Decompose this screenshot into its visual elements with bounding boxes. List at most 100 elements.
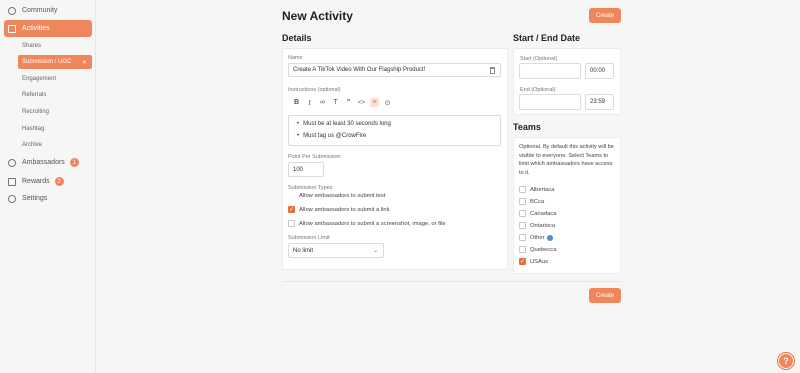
name-value: Create A TikTok Video With Our Flagship … (293, 67, 426, 73)
sub-item-hashtag[interactable]: Hashtag (18, 122, 92, 136)
start-date-input[interactable] (519, 63, 581, 79)
checkbox[interactable] (519, 234, 526, 241)
instructions-label: Instructions (optional) (288, 87, 341, 93)
team-option[interactable]: Other (519, 234, 553, 241)
sub-item-label: Archive (22, 142, 43, 148)
checkbox[interactable] (519, 210, 526, 217)
footer-divider (282, 281, 622, 282)
team-label: Ontarioca (530, 222, 556, 229)
list-icon[interactable]: ≡ (370, 98, 379, 107)
points-input[interactable]: 100 (288, 162, 324, 177)
nav-rewards-label: Rewards (22, 178, 50, 185)
type-text-label: Allow ambassadors to submit text (299, 192, 386, 199)
close-icon[interactable]: ✕ (82, 59, 87, 66)
sub-item-label: Hashtag (22, 126, 45, 132)
checkbox[interactable] (519, 246, 526, 253)
instruction-bullet: Must tag us @CrowFire (297, 133, 366, 139)
team-label: Other (530, 234, 545, 241)
code-icon[interactable]: <> (357, 98, 366, 107)
community-icon (8, 6, 16, 15)
chevron-down-icon: ⌄ (372, 248, 378, 254)
sub-item-label: Recruiting (22, 109, 50, 115)
settings-icon (8, 194, 16, 203)
sidebar: Community Activities Shares Submission /… (0, 0, 96, 373)
team-option[interactable]: Ontarioca (519, 222, 555, 229)
create-button-bottom[interactable]: Create (589, 288, 621, 303)
checkbox[interactable] (519, 222, 526, 229)
type-file-label: Allow ambassadors to submit a screenshot… (299, 220, 446, 227)
sub-item-recruiting[interactable]: Recruiting (18, 105, 92, 119)
sub-item-engagement[interactable]: Engagement (18, 72, 92, 86)
checkbox-checked[interactable]: ✓ (288, 206, 295, 213)
submission-limit-label: Submission Limit (288, 235, 330, 241)
checkbox-checked[interactable]: ✓ (519, 258, 526, 265)
globe-icon (546, 234, 553, 241)
nav-ambassadors[interactable]: Ambassadors 1 (4, 154, 92, 171)
team-label: Canadaca (530, 210, 557, 217)
sub-item-submission-ugc[interactable]: Submission / UGC ✕ (18, 55, 92, 69)
checkbox[interactable] (288, 220, 295, 227)
nav-rewards[interactable]: Rewards 2 (4, 173, 92, 190)
bold-icon[interactable]: B (292, 98, 301, 107)
nav-ambassadors-label: Ambassadors (22, 159, 65, 166)
dates-title: Start / End Date (513, 33, 581, 43)
nav-community[interactable]: Community (4, 2, 92, 19)
type-file-option[interactable]: Allow ambassadors to submit a screenshot… (288, 220, 446, 227)
team-option[interactable]: ✓ USAus (519, 258, 548, 265)
end-label: End (Optional) (520, 87, 556, 93)
instruction-bullet: Must be at least 30 seconds long (297, 121, 391, 127)
team-label: USAus (530, 258, 549, 265)
team-option[interactable]: Quebecca (519, 246, 556, 253)
trash-icon[interactable] (490, 67, 495, 74)
type-link-label: Allow ambassadors to submit a link (299, 206, 390, 213)
sub-item-archive[interactable]: Archive (18, 138, 92, 152)
checkbox[interactable] (519, 198, 526, 205)
end-date-input[interactable] (519, 94, 581, 110)
name-field[interactable]: Create A TikTok Video With Our Flagship … (288, 63, 501, 77)
help-icon[interactable]: ? (778, 353, 794, 369)
sub-item-label: Shares (22, 43, 42, 49)
submission-limit-select[interactable]: No limit ⌄ (288, 243, 384, 258)
attachment-icon[interactable]: ⊙ (383, 98, 392, 107)
nav-settings-label: Settings (22, 195, 48, 202)
nav-settings[interactable]: Settings (4, 190, 92, 207)
team-label: Albertaca (530, 186, 555, 193)
page-title: New Activity (282, 9, 353, 23)
end-time-input[interactable]: 23:59 (585, 94, 614, 110)
sub-item-shares[interactable]: Shares (18, 39, 92, 53)
ambassadors-badge: 1 (69, 158, 79, 167)
sub-item-referrals[interactable]: Referrals (18, 88, 92, 102)
rewards-icon (8, 177, 16, 186)
italic-icon[interactable]: I (305, 98, 314, 107)
sub-item-label: Referrals (22, 92, 47, 98)
submission-types-label: Submission Types (288, 185, 333, 191)
nav-activities[interactable]: Activities (4, 20, 92, 37)
nav-activities-label: Activities (22, 25, 50, 32)
sub-item-label: Engagement (22, 76, 57, 82)
start-time-input[interactable]: 00:00 (585, 63, 614, 79)
team-option[interactable]: Canadaca (519, 210, 556, 217)
details-title: Details (282, 33, 312, 43)
create-button-top[interactable]: Create (589, 8, 621, 23)
sub-item-label: Submission / UGC (22, 59, 72, 65)
rewards-badge: 2 (54, 177, 64, 186)
teams-title: Teams (513, 122, 541, 132)
start-label: Start (Optional) (520, 56, 558, 62)
quote-icon[interactable]: ” (344, 98, 353, 107)
instructions-editor[interactable]: Must be at least 30 seconds long Must ta… (288, 115, 501, 146)
team-option[interactable]: BCca (519, 198, 544, 205)
team-label: BCca (530, 198, 545, 205)
teams-description: Optional. By default this activity will … (519, 144, 614, 176)
type-link-option[interactable]: ✓ Allow ambassadors to submit a link (288, 206, 390, 213)
activities-icon (8, 24, 16, 33)
link-icon[interactable]: ∞ (318, 98, 327, 107)
submission-limit-value: No limit (293, 247, 314, 254)
team-label: Quebecca (530, 246, 557, 253)
team-option[interactable]: Albertaca (519, 186, 555, 193)
type-text-option[interactable]: Allow ambassadors to submit text (288, 192, 385, 199)
heading-icon[interactable]: T (331, 98, 340, 107)
checkbox[interactable] (519, 186, 526, 193)
name-label: Name (288, 55, 303, 61)
editor-toolbar: B I ∞ T ” <> ≡ ⊙ (289, 96, 501, 109)
points-label: Point Per Submission (288, 154, 341, 160)
